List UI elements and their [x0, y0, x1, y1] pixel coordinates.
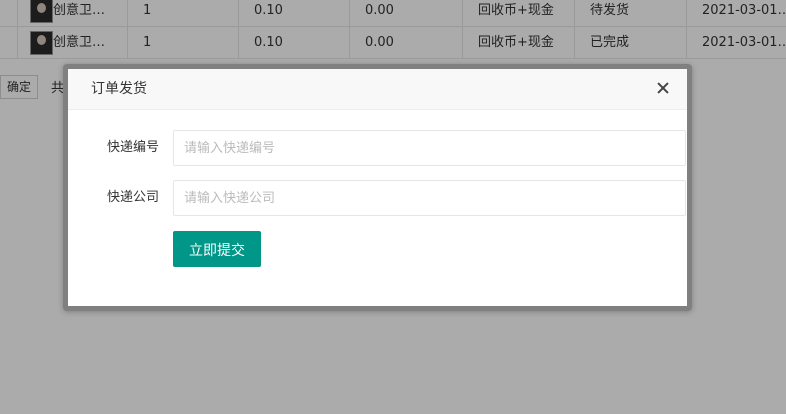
tracking-number-label: 快递编号: [106, 140, 159, 155]
tracking-number-row: 快递编号: [68, 130, 687, 166]
courier-company-input[interactable]: [173, 180, 686, 216]
dialog-body: 订单发货 快递编号 快递公司 立即提交: [68, 69, 687, 306]
dialog-header: 订单发货: [68, 69, 687, 110]
courier-company-row: 快递公司: [68, 180, 687, 216]
dialog-title: 订单发货: [91, 81, 147, 97]
tracking-number-input[interactable]: [173, 130, 686, 166]
ship-order-dialog: 订单发货 快递编号 快递公司 立即提交: [63, 64, 692, 311]
courier-company-label: 快递公司: [106, 190, 159, 205]
submit-button[interactable]: 立即提交: [173, 231, 261, 267]
close-icon[interactable]: [653, 79, 673, 99]
